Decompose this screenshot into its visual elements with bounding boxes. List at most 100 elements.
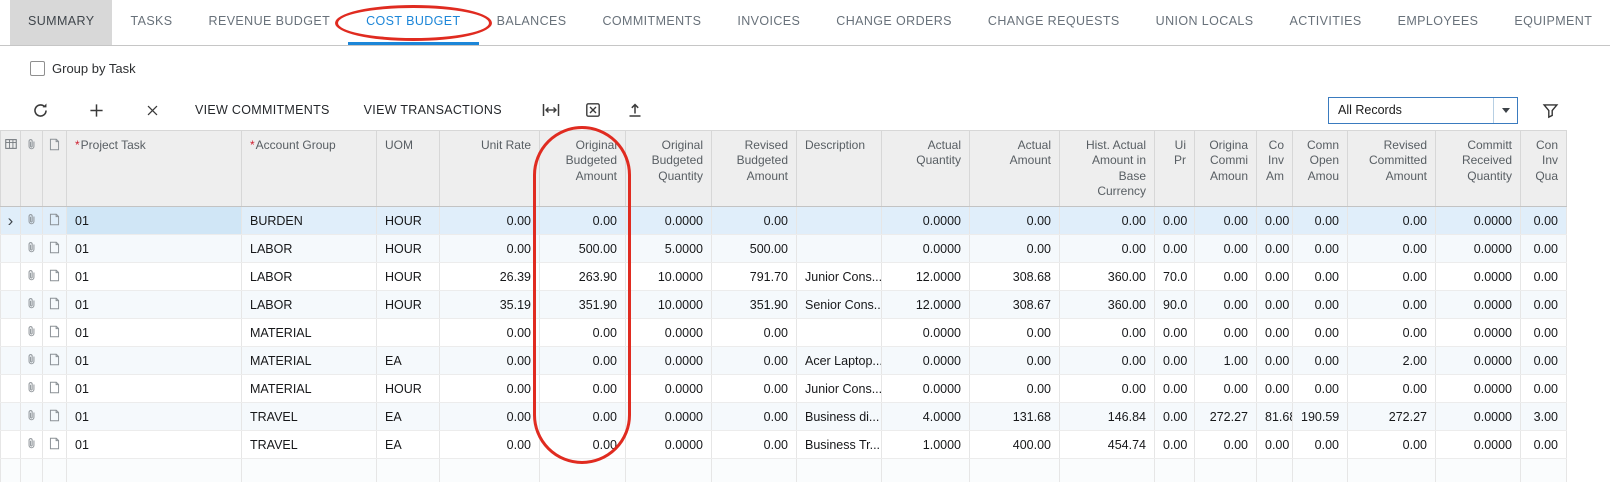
row-note-cell[interactable] bbox=[43, 291, 67, 319]
cell-original-budgeted-amount[interactable]: 263.90 bbox=[540, 263, 626, 291]
cell-description[interactable]: Business Tr... bbox=[797, 431, 882, 459]
row-files-cell[interactable] bbox=[21, 319, 43, 347]
cell-unit-rate[interactable]: 0.00 bbox=[440, 431, 540, 459]
cell-ui-pr[interactable]: 0.00 bbox=[1155, 235, 1195, 263]
cell-ui-pr[interactable]: 0.00 bbox=[1155, 347, 1195, 375]
fit-width-button[interactable] bbox=[535, 95, 567, 125]
cell-committ-received-quantity[interactable]: 0.0000 bbox=[1436, 291, 1521, 319]
cell-actual-quantity[interactable]: 0.0000 bbox=[882, 235, 970, 263]
cell-revised-budgeted-amount[interactable]: 791.70 bbox=[712, 263, 797, 291]
cell-comn-open-amou[interactable]: 0.00 bbox=[1293, 291, 1348, 319]
column-header-original-budgeted-quantity[interactable]: Original Budgeted Quantity bbox=[626, 131, 712, 207]
cell-revised-committed-amount[interactable]: 0.00 bbox=[1348, 235, 1436, 263]
cell-revised-budgeted-amount[interactable]: 0.00 bbox=[712, 431, 797, 459]
cell-revised-budgeted-amount[interactable]: 0.00 bbox=[712, 375, 797, 403]
tab-balances[interactable]: BALANCES bbox=[479, 0, 585, 45]
cell-revised-budgeted-amount[interactable]: 500.00 bbox=[712, 235, 797, 263]
row-note-cell[interactable] bbox=[43, 235, 67, 263]
cell-con-inv-qua[interactable]: 0.00 bbox=[1521, 319, 1567, 347]
cell-ui-pr[interactable]: 0.00 bbox=[1155, 319, 1195, 347]
tab-equipment[interactable]: EQUIPMENT bbox=[1496, 0, 1610, 45]
cell-ui-pr[interactable]: 0.00 bbox=[1155, 207, 1195, 235]
cell-description[interactable]: Acer Laptop... bbox=[797, 347, 882, 375]
cell-ui-pr[interactable]: 90.0 bbox=[1155, 291, 1195, 319]
row-files-cell[interactable] bbox=[21, 207, 43, 235]
cell-comn-open-amou[interactable]: 0.00 bbox=[1293, 319, 1348, 347]
cell-revised-budgeted-amount[interactable]: 0.00 bbox=[712, 347, 797, 375]
cell-hist-actual-amount-in-base-currency[interactable]: 454.74 bbox=[1060, 431, 1155, 459]
cell-hist-actual-amount-in-base-currency[interactable]: 0.00 bbox=[1060, 375, 1155, 403]
cell-comn-open-amou[interactable]: 0.00 bbox=[1293, 235, 1348, 263]
cell-committ-received-quantity[interactable]: 0.0000 bbox=[1436, 347, 1521, 375]
cell-committ-received-quantity[interactable]: 0.0000 bbox=[1436, 431, 1521, 459]
header-paperclip-column[interactable] bbox=[21, 131, 43, 207]
cell-actual-quantity[interactable]: 0.0000 bbox=[882, 207, 970, 235]
cell-account-group[interactable]: MATERIAL bbox=[242, 319, 377, 347]
cell-comn-open-amou[interactable]: 0.00 bbox=[1293, 347, 1348, 375]
refresh-button[interactable] bbox=[24, 95, 56, 125]
row-files-cell[interactable] bbox=[21, 263, 43, 291]
cell-original-budgeted-quantity[interactable]: 10.0000 bbox=[626, 291, 712, 319]
cell-co-inv-am[interactable]: 0.00 bbox=[1257, 235, 1293, 263]
cell-actual-quantity[interactable]: 0.0000 bbox=[882, 375, 970, 403]
cell-comn-open-amou[interactable]: 0.00 bbox=[1293, 375, 1348, 403]
cell-original-budgeted-quantity[interactable]: 5.0000 bbox=[626, 235, 712, 263]
table-row[interactable]: 01LABORHOUR0.00500.005.0000500.000.00000… bbox=[1, 235, 1567, 263]
tab-revenue-budget[interactable]: REVENUE BUDGET bbox=[191, 0, 349, 45]
column-header-comn-open-amou[interactable]: Comn Open Amou bbox=[1293, 131, 1348, 207]
tab-activities[interactable]: ACTIVITIES bbox=[1272, 0, 1380, 45]
row-note-cell[interactable] bbox=[43, 403, 67, 431]
cell-revised-budgeted-amount[interactable]: 351.90 bbox=[712, 291, 797, 319]
cell-actual-amount[interactable]: 308.67 bbox=[970, 291, 1060, 319]
cell-committ-received-quantity[interactable]: 0.0000 bbox=[1436, 235, 1521, 263]
cell-uom[interactable] bbox=[377, 319, 440, 347]
cell-origina-commi-amoun[interactable]: 0.00 bbox=[1195, 207, 1257, 235]
column-header-actual-amount[interactable]: Actual Amount bbox=[970, 131, 1060, 207]
cell-description[interactable]: Business di... bbox=[797, 403, 882, 431]
cell-account-group[interactable]: MATERIAL bbox=[242, 347, 377, 375]
cell-project-task[interactable]: 01 bbox=[67, 347, 242, 375]
cell-project-task[interactable]: 01 bbox=[67, 319, 242, 347]
cell-hist-actual-amount-in-base-currency[interactable]: 146.84 bbox=[1060, 403, 1155, 431]
cell-unit-rate[interactable]: 35.19 bbox=[440, 291, 540, 319]
cell-committ-received-quantity[interactable]: 0.0000 bbox=[1436, 319, 1521, 347]
cell-original-budgeted-amount[interactable]: 0.00 bbox=[540, 431, 626, 459]
cell-ui-pr[interactable]: 70.0 bbox=[1155, 263, 1195, 291]
cell-account-group[interactable]: LABOR bbox=[242, 291, 377, 319]
cell-unit-rate[interactable]: 0.00 bbox=[440, 207, 540, 235]
cell-co-inv-am[interactable]: 0.00 bbox=[1257, 375, 1293, 403]
row-note-cell[interactable] bbox=[43, 263, 67, 291]
table-row[interactable]: 01TRAVELEA0.000.000.00000.00Business di.… bbox=[1, 403, 1567, 431]
cell-revised-committed-amount[interactable]: 0.00 bbox=[1348, 291, 1436, 319]
cell-co-inv-am[interactable]: 0.00 bbox=[1257, 263, 1293, 291]
cell-original-budgeted-amount[interactable]: 500.00 bbox=[540, 235, 626, 263]
cell-actual-amount[interactable]: 0.00 bbox=[970, 375, 1060, 403]
column-header-unit-rate[interactable]: Unit Rate bbox=[440, 131, 540, 207]
cell-unit-rate[interactable]: 0.00 bbox=[440, 375, 540, 403]
cell-hist-actual-amount-in-base-currency[interactable]: 0.00 bbox=[1060, 235, 1155, 263]
cell-unit-rate[interactable]: 26.39 bbox=[440, 263, 540, 291]
cell-project-task[interactable]: 01 bbox=[67, 291, 242, 319]
row-files-cell[interactable] bbox=[21, 403, 43, 431]
cell-ui-pr[interactable]: 0.00 bbox=[1155, 375, 1195, 403]
cell-actual-quantity[interactable]: 0.0000 bbox=[882, 347, 970, 375]
cell-origina-commi-amoun[interactable]: 1.00 bbox=[1195, 347, 1257, 375]
group-by-task-checkbox[interactable] bbox=[30, 61, 45, 76]
cell-hist-actual-amount-in-base-currency[interactable]: 0.00 bbox=[1060, 347, 1155, 375]
cell-project-task[interactable]: 01 bbox=[67, 235, 242, 263]
tab-change-orders[interactable]: CHANGE ORDERS bbox=[818, 0, 970, 45]
cell-original-budgeted-amount[interactable]: 0.00 bbox=[540, 375, 626, 403]
cell-actual-quantity[interactable]: 4.0000 bbox=[882, 403, 970, 431]
cell-con-inv-qua[interactable]: 3.00 bbox=[1521, 403, 1567, 431]
cell-con-inv-qua[interactable]: 0.00 bbox=[1521, 375, 1567, 403]
cell-unit-rate[interactable]: 0.00 bbox=[440, 403, 540, 431]
cell-uom[interactable]: HOUR bbox=[377, 291, 440, 319]
cell-original-budgeted-quantity[interactable]: 10.0000 bbox=[626, 263, 712, 291]
cell-account-group[interactable]: MATERIAL bbox=[242, 375, 377, 403]
add-button[interactable] bbox=[80, 95, 112, 125]
cell-origina-commi-amoun[interactable]: 272.27 bbox=[1195, 403, 1257, 431]
cell-original-budgeted-quantity[interactable]: 0.0000 bbox=[626, 319, 712, 347]
cell-original-budgeted-quantity[interactable]: 0.0000 bbox=[626, 403, 712, 431]
cell-actual-amount[interactable]: 0.00 bbox=[970, 347, 1060, 375]
row-files-cell[interactable] bbox=[21, 431, 43, 459]
